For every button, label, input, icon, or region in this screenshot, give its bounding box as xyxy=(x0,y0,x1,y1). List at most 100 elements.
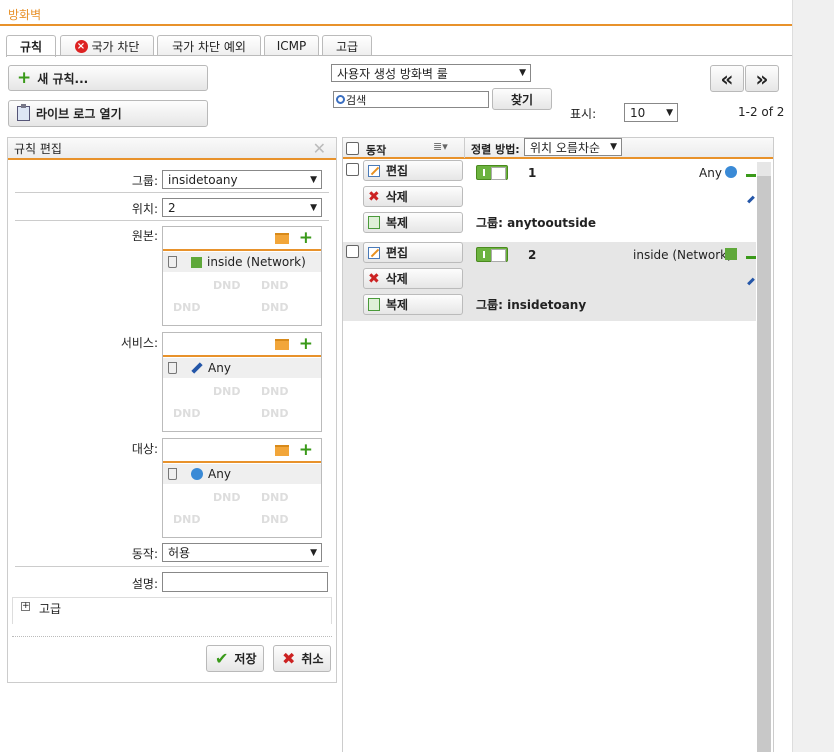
rule-source: inside (Network) xyxy=(633,248,732,262)
vertical-scrollbar[interactable] xyxy=(757,162,771,752)
copy-button[interactable]: 복제 xyxy=(363,294,463,315)
copy-icon xyxy=(368,298,380,311)
edit-button[interactable]: 편집 xyxy=(363,160,463,181)
x-icon: ✖ xyxy=(368,270,380,287)
status-green-icon xyxy=(746,256,756,259)
status-green-icon xyxy=(746,174,756,177)
position-select[interactable]: 2 ▼ xyxy=(162,198,322,217)
action-select[interactable]: 허용 ▼ xyxy=(162,543,322,562)
dnd-placeholder: DND xyxy=(173,513,201,526)
enable-toggle[interactable] xyxy=(476,165,508,180)
chevron-down-icon: ▼ xyxy=(310,202,317,213)
advanced-section[interactable]: + 고급 xyxy=(12,597,332,624)
trash-icon[interactable] xyxy=(168,256,177,268)
chevron-down-icon: ▼ xyxy=(610,142,617,152)
close-icon[interactable]: ✕ xyxy=(313,139,326,158)
prev-page-button[interactable]: « xyxy=(710,65,744,92)
divider xyxy=(464,138,465,158)
description-label: 설명: xyxy=(131,577,158,591)
globe-icon xyxy=(191,468,203,480)
right-gutter xyxy=(792,0,834,752)
sort-select[interactable]: 위치 오름차순 ▼ xyxy=(524,138,622,156)
enable-toggle[interactable] xyxy=(476,247,508,262)
live-log-button[interactable]: 라이브 로그 열기 xyxy=(8,100,208,127)
edit-icon xyxy=(368,164,380,177)
destination-box[interactable]: + Any DND DND DND DND xyxy=(162,438,322,538)
tab-advanced[interactable]: 고급 xyxy=(322,35,372,56)
dnd-placeholder: DND xyxy=(213,491,241,504)
app-title: 방화벽 xyxy=(8,8,42,22)
dnd-placeholder: DND xyxy=(261,407,289,420)
group-select[interactable]: insidetoany ▼ xyxy=(162,170,322,189)
row-checkbox[interactable] xyxy=(346,245,359,258)
page-size-select[interactable]: 10 ▼ xyxy=(624,103,678,122)
rule-group: 그룹: insidetoany xyxy=(476,298,587,312)
chevron-down-icon: ▼ xyxy=(310,547,317,558)
dnd-placeholder: DND xyxy=(261,385,289,398)
rule-position: 2 xyxy=(528,248,537,262)
dnd-placeholder: DND xyxy=(173,301,201,314)
chevron-down-icon: ▼ xyxy=(519,68,526,78)
search-icon xyxy=(336,95,345,104)
chevron-down-icon: ▼ xyxy=(666,107,673,118)
delete-button[interactable]: ✖ 삭제 xyxy=(363,186,463,207)
group-label: 그룹: xyxy=(131,174,158,188)
show-label: 표시: xyxy=(570,107,597,121)
page-info: 1-2 of 2 xyxy=(738,105,785,119)
column-menu-icon[interactable]: ≣▾ xyxy=(433,140,448,153)
delete-button[interactable]: ✖ 삭제 xyxy=(363,268,463,289)
scrollbar-track-top[interactable] xyxy=(757,162,771,176)
folder-icon[interactable] xyxy=(275,339,289,350)
globe-icon xyxy=(725,166,737,178)
folder-icon[interactable] xyxy=(275,233,289,244)
row-checkbox[interactable] xyxy=(346,163,359,176)
service-box[interactable]: + Any DND DND DND DND xyxy=(162,332,322,432)
tab-country-block[interactable]: × 국가 차단 xyxy=(60,35,154,56)
select-all-checkbox[interactable] xyxy=(346,142,359,155)
destination-box-header: + xyxy=(163,439,321,463)
source-label: 원본: xyxy=(131,229,158,243)
copy-button[interactable]: 복제 xyxy=(363,212,463,233)
x-icon: ✖ xyxy=(282,649,296,668)
rule-position: 1 xyxy=(528,166,537,180)
source-item[interactable]: inside (Network) xyxy=(163,252,321,272)
edit-icon xyxy=(368,246,380,259)
save-button[interactable]: ✔ 저장 xyxy=(206,645,264,672)
destination-label: 대상: xyxy=(131,442,158,456)
sort-label: 정렬 방법: xyxy=(471,143,520,156)
edit-button[interactable]: 편집 xyxy=(363,242,463,263)
position-label: 위치: xyxy=(131,202,158,216)
dnd-placeholder: DND xyxy=(261,491,289,504)
chevron-down-icon: ▼ xyxy=(310,174,317,185)
destination-item[interactable]: Any xyxy=(163,464,321,484)
copy-icon xyxy=(368,216,380,229)
rule-source: Any xyxy=(699,166,722,180)
next-page-button[interactable]: » xyxy=(745,65,779,92)
source-box[interactable]: + inside (Network) DND DND DND DND xyxy=(162,226,322,326)
expand-icon[interactable]: + xyxy=(21,602,30,611)
search-button[interactable]: 찾기 xyxy=(492,88,552,110)
network-flag-icon xyxy=(725,248,737,260)
service-item[interactable]: Any xyxy=(163,358,321,378)
tab-icmp[interactable]: ICMP xyxy=(264,35,319,56)
cancel-button[interactable]: ✖ 취소 xyxy=(273,645,331,672)
tab-divider xyxy=(6,55,792,56)
trash-icon[interactable] xyxy=(168,362,177,374)
plus-icon[interactable]: + xyxy=(299,440,313,460)
dnd-placeholder: DND xyxy=(213,279,241,292)
tab-country-exception[interactable]: 국가 차단 예외 xyxy=(157,35,261,56)
description-input[interactable] xyxy=(162,572,328,592)
title-bar: 방화벽 xyxy=(0,0,792,26)
folder-icon[interactable] xyxy=(275,445,289,456)
search-input[interactable]: 검색 xyxy=(333,91,489,108)
plus-icon: + xyxy=(17,67,32,88)
tab-rules[interactable]: 규칙 xyxy=(6,35,56,57)
new-rule-button[interactable]: + 새 규칙... xyxy=(8,65,208,91)
clipboard-icon xyxy=(17,104,30,121)
block-icon: × xyxy=(74,39,88,53)
plus-icon[interactable]: + xyxy=(299,334,313,354)
service-box-header: + xyxy=(163,333,321,357)
plus-icon[interactable]: + xyxy=(299,228,313,248)
trash-icon[interactable] xyxy=(168,468,177,480)
rule-filter-select[interactable]: 사용자 생성 방화벽 룰 ▼ xyxy=(331,64,531,82)
